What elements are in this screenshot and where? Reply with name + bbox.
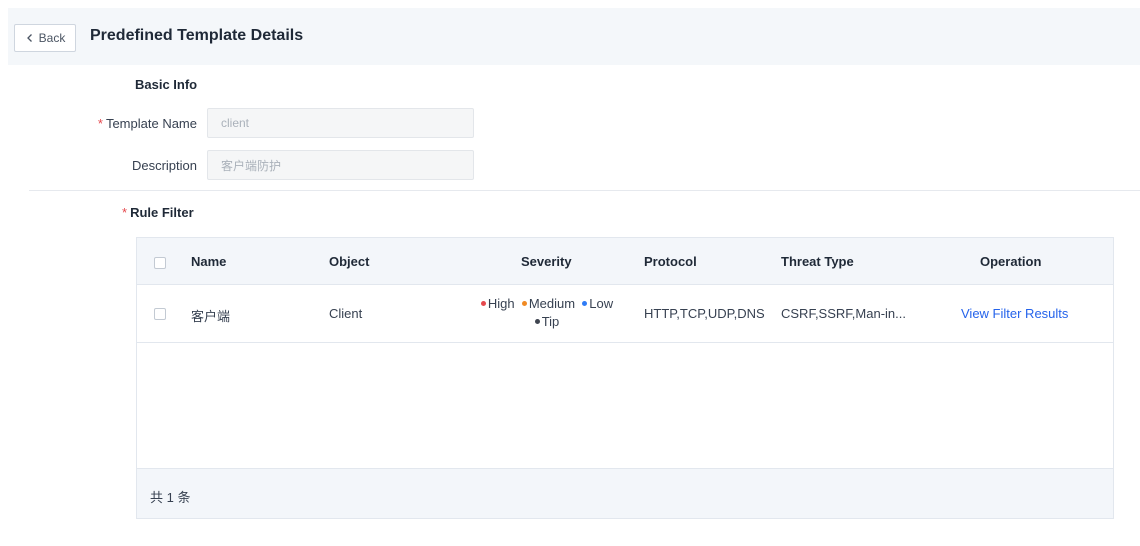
severity-low: Low [582,296,613,311]
required-asterisk: * [97,116,103,131]
view-filter-results-link[interactable]: View Filter Results [961,306,1068,321]
row-threat-type: CSRF,SSRF,Man-in... [781,306,906,321]
column-header-protocol[interactable]: Protocol [644,254,697,269]
description-field[interactable]: 客户端防护 [207,150,474,180]
template-details-page: Back Predefined Template Details Basic I… [8,8,1140,546]
template-name-field[interactable]: client [207,108,474,138]
row-severity: High Medium Low Tip [437,295,657,331]
severity-high-label: High [487,296,515,311]
table-row: 客户端 Client High Medium Low Tip HTTP,TCP,… [137,285,1113,343]
severity-medium: Medium [521,296,576,311]
description-label: Description [131,158,197,173]
row-object: Client [329,306,363,321]
table-footer: 共 1 条 [137,468,1113,518]
template-name-label-text: Template Name [105,116,197,131]
rule-filter-title: * Rule Filter [122,205,194,220]
severity-tip-label: Tip [541,314,560,329]
page-header: Back Predefined Template Details [8,8,1140,65]
severity-line-1: High Medium Low [437,295,657,313]
severity-low-label: Low [589,296,614,311]
column-header-operation: Operation [980,254,1042,269]
column-header-name[interactable]: Name [191,254,226,269]
severity-medium-label: Medium [528,296,576,311]
template-name-label: * Template Name [87,116,197,131]
rule-filter-title-text: Rule Filter [130,205,194,220]
total-count: 共 1 条 [150,490,191,505]
table-header: Name Object Severity Protocol Threat Typ… [137,238,1113,285]
section-divider [29,190,1140,191]
page-title: Predefined Template Details [90,27,304,44]
row-protocol: HTTP,TCP,UDP,DNS [644,306,765,321]
column-header-severity[interactable]: Severity [521,254,572,269]
row-name: 客户端 [191,309,231,324]
severity-high: High [480,296,515,311]
severity-line-2: Tip [437,313,657,331]
tip-dot-icon [534,319,540,325]
chevron-left-icon [26,34,32,42]
row-checkbox[interactable] [154,308,166,320]
select-all-checkbox[interactable] [154,257,166,269]
back-button-label: Back [38,31,66,45]
low-dot-icon [582,301,588,307]
rule-filter-table: Name Object Severity Protocol Threat Typ… [136,237,1114,519]
high-dot-icon [480,301,486,307]
back-button[interactable]: Back [14,24,76,52]
medium-dot-icon [521,301,527,307]
column-header-object[interactable]: Object [329,254,369,269]
column-header-threat-type[interactable]: Threat Type [781,254,854,269]
basic-info-title: Basic Info [135,77,198,92]
severity-tip: Tip [534,314,560,329]
required-asterisk: * [122,205,128,220]
